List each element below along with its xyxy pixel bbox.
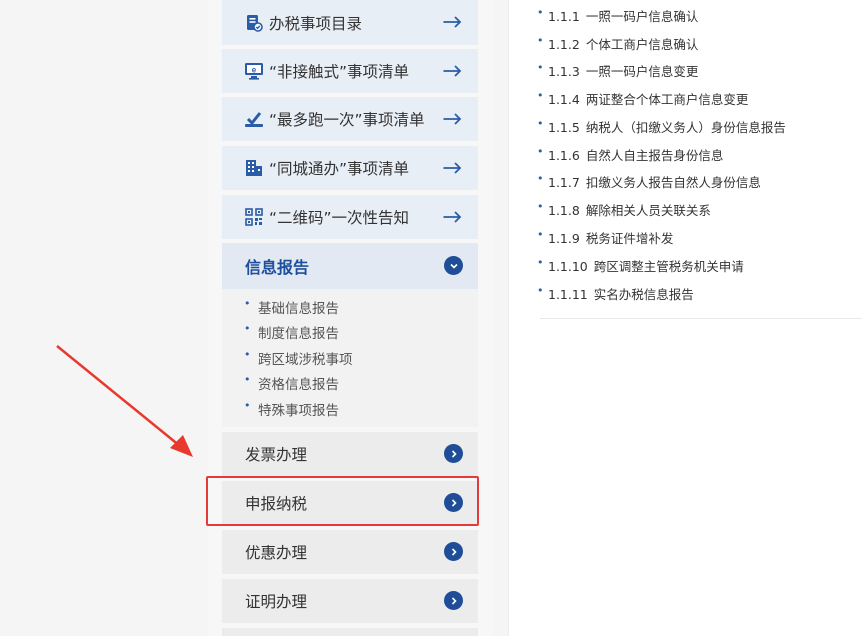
service-label: “非接触式”事项清单 [269,63,410,81]
content-divider [540,318,862,319]
item-number: 1.1.11 [548,287,588,302]
content-item[interactable]: 1.1.11 实名办税信息报告 [537,284,694,303]
category-invoice[interactable]: 发票办理 [222,432,478,476]
content-item[interactable]: 1.1.2 个体工商户信息确认 [537,34,699,53]
category-tax-filing[interactable]: 申报纳税 [222,481,478,525]
building-icon [243,157,265,179]
service-label: “最多跑一次”事项清单 [269,111,425,129]
section-info-report-header[interactable]: 信息报告 [222,243,478,289]
arrow-right-icon [443,113,462,125]
arrow-right-icon [443,65,462,77]
item-number: 1.1.8 [548,203,580,218]
category-label: 优惠办理 [245,544,308,562]
category-next-partial[interactable] [222,628,478,636]
item-text: 个体工商户信息确认 [585,37,699,52]
item-number: 1.1.5 [548,120,580,135]
arrow-right-icon [443,16,462,28]
content-item[interactable]: 1.1.10 跨区调整主管税务机关申请 [537,256,744,275]
chevron-right-icon[interactable] [444,591,463,610]
service-same-city-list[interactable]: “同城通办”事项清单 [222,146,478,190]
sublist-item[interactable]: 特殊事项报告 [244,399,339,419]
content-item[interactable]: 1.1.4 两证整合个体工商户信息变更 [537,89,749,108]
item-number: 1.1.2 [548,37,580,52]
sublist-item[interactable]: 基础信息报告 [244,297,339,317]
content-item[interactable]: 1.1.8 解除相关人员关联关系 [537,200,711,219]
item-text: 解除相关人员关联关系 [585,203,711,218]
item-text: 自然人自主报告身份信息 [585,148,724,163]
item-number: 1.1.7 [548,175,580,190]
vote-check-icon [243,108,265,130]
content-item[interactable]: 1.1.5 纳税人（扣缴义务人）身份信息报告 [537,117,786,136]
item-number: 1.1.3 [548,64,580,79]
category-preferential[interactable]: 优惠办理 [222,530,478,574]
item-text: 实名办税信息报告 [593,287,694,302]
item-text: 一照一码户信息确认 [585,9,699,24]
sublist-item[interactable]: 资格信息报告 [244,373,339,393]
item-number: 1.1.10 [548,259,588,274]
category-certificate[interactable]: 证明办理 [222,579,478,623]
sublist-item[interactable]: 跨区域涉税事项 [244,348,352,368]
category-label: 证明办理 [245,593,308,611]
qr-code-icon [243,206,265,228]
item-text: 扣缴义务人报告自然人身份信息 [585,175,761,190]
item-number: 1.1.9 [548,231,580,246]
chevron-right-icon[interactable] [444,444,463,463]
arrow-right-icon [443,162,462,174]
item-text: 一照一码户信息变更 [585,64,699,79]
section-title: 信息报告 [245,258,310,277]
service-label: “二维码”一次性告知 [269,209,410,227]
chevron-down-icon[interactable] [444,256,463,275]
service-qr-code-notice[interactable]: “二维码”一次性告知 [222,195,478,239]
sublist-item[interactable]: 制度信息报告 [244,322,339,342]
item-text: 税务证件增补发 [585,231,674,246]
content-item[interactable]: 1.1.3 一照一码户信息变更 [537,61,699,80]
service-tax-items-catalog[interactable]: 办税事项目录 [222,0,478,45]
service-label: 办税事项目录 [269,14,363,33]
content-item[interactable]: 1.1.7 扣缴义务人报告自然人身份信息 [537,172,761,191]
tax-list-icon [243,12,265,34]
left-gutter [0,0,208,636]
chevron-right-icon[interactable] [444,493,463,512]
service-max-one-trip-list[interactable]: “最多跑一次”事项清单 [222,97,478,141]
service-label: “同城通办”事项清单 [269,160,410,178]
category-label: 申报纳税 [245,495,308,513]
chevron-right-icon[interactable] [444,542,463,561]
content-item[interactable]: 1.1.1 一照一码户信息确认 [537,6,699,25]
item-text: 纳税人（扣缴义务人）身份信息报告 [585,120,786,135]
section-sublist: 基础信息报告 制度信息报告 跨区域涉税事项 资格信息报告 特殊事项报告 [222,289,478,427]
category-label: 发票办理 [245,446,308,464]
item-text: 跨区调整主管税务机关申请 [593,259,744,274]
arrow-right-icon [443,211,462,223]
content-item[interactable]: 1.1.6 自然人自主报告身份信息 [537,145,724,164]
computer-icon: e [243,60,265,82]
content-item[interactable]: 1.1.9 税务证件增补发 [537,228,674,247]
item-text: 两证整合个体工商户信息变更 [585,92,749,107]
item-number: 1.1.6 [548,148,580,163]
item-number: 1.1.4 [548,92,580,107]
item-number: 1.1.1 [548,9,580,24]
svg-text:e: e [252,66,257,75]
service-contactless-list[interactable]: e “非接触式”事项清单 [222,49,478,93]
